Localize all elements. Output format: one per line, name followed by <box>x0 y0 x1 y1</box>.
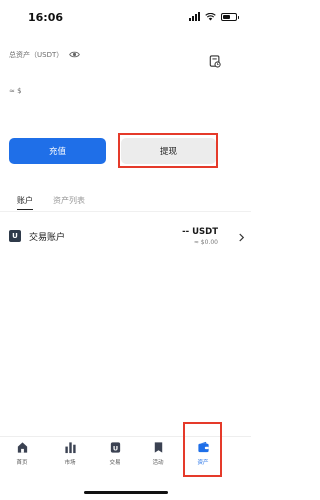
nav-label-home: 首页 <box>16 460 28 466</box>
tabs-divider <box>0 211 251 212</box>
total-assets-label: 总资产（USDT） <box>9 50 64 59</box>
nav-label-market: 市场 <box>64 460 76 466</box>
nav-label-trade: 交易 <box>109 460 121 466</box>
trading-account-icon: U <box>9 230 21 242</box>
total-assets-header: 总资产（USDT） <box>9 49 81 60</box>
status-time: 16:06 <box>28 11 64 24</box>
home-indicator <box>84 491 168 494</box>
account-row-trading[interactable]: U 交易账户 -- USDT ≈ $0.00 <box>9 225 245 251</box>
total-assets-fiat-value: ≈ $ <box>9 87 22 95</box>
home-icon <box>17 442 27 453</box>
withdraw-highlight-box <box>118 133 218 168</box>
nav-item-trade[interactable]: U 交易 <box>95 441 135 466</box>
nav-label-activity: 活动 <box>152 460 164 466</box>
svg-text:U: U <box>112 444 117 452</box>
tab-asset-list[interactable]: 资产列表 <box>53 195 85 210</box>
chevron-right-icon <box>239 233 245 242</box>
battery-icon <box>221 12 239 21</box>
status-bar: 16:06 <box>0 0 251 34</box>
account-balance: -- USDT <box>182 227 218 237</box>
tab-accounts[interactable]: 账户 <box>17 195 33 210</box>
asset-tabs: 账户 资产列表 <box>17 195 85 210</box>
deposit-button[interactable]: 充值 <box>9 138 106 164</box>
assets-nav-highlight-box <box>183 422 222 477</box>
trade-icon: U <box>110 442 120 453</box>
nav-item-activity[interactable]: 活动 <box>138 441 178 466</box>
bookmark-icon <box>154 442 162 453</box>
status-icons <box>189 12 239 21</box>
nav-item-home[interactable]: 首页 <box>2 441 42 466</box>
bar-chart-icon <box>64 442 76 454</box>
records-icon[interactable] <box>209 55 221 68</box>
account-fiat-value: ≈ $0.00 <box>193 239 218 246</box>
cellular-signal-icon <box>189 12 200 21</box>
nav-item-market[interactable]: 市场 <box>50 441 90 466</box>
eye-icon[interactable] <box>69 49 81 60</box>
wifi-icon <box>205 12 216 21</box>
account-name: 交易账户 <box>29 233 66 243</box>
